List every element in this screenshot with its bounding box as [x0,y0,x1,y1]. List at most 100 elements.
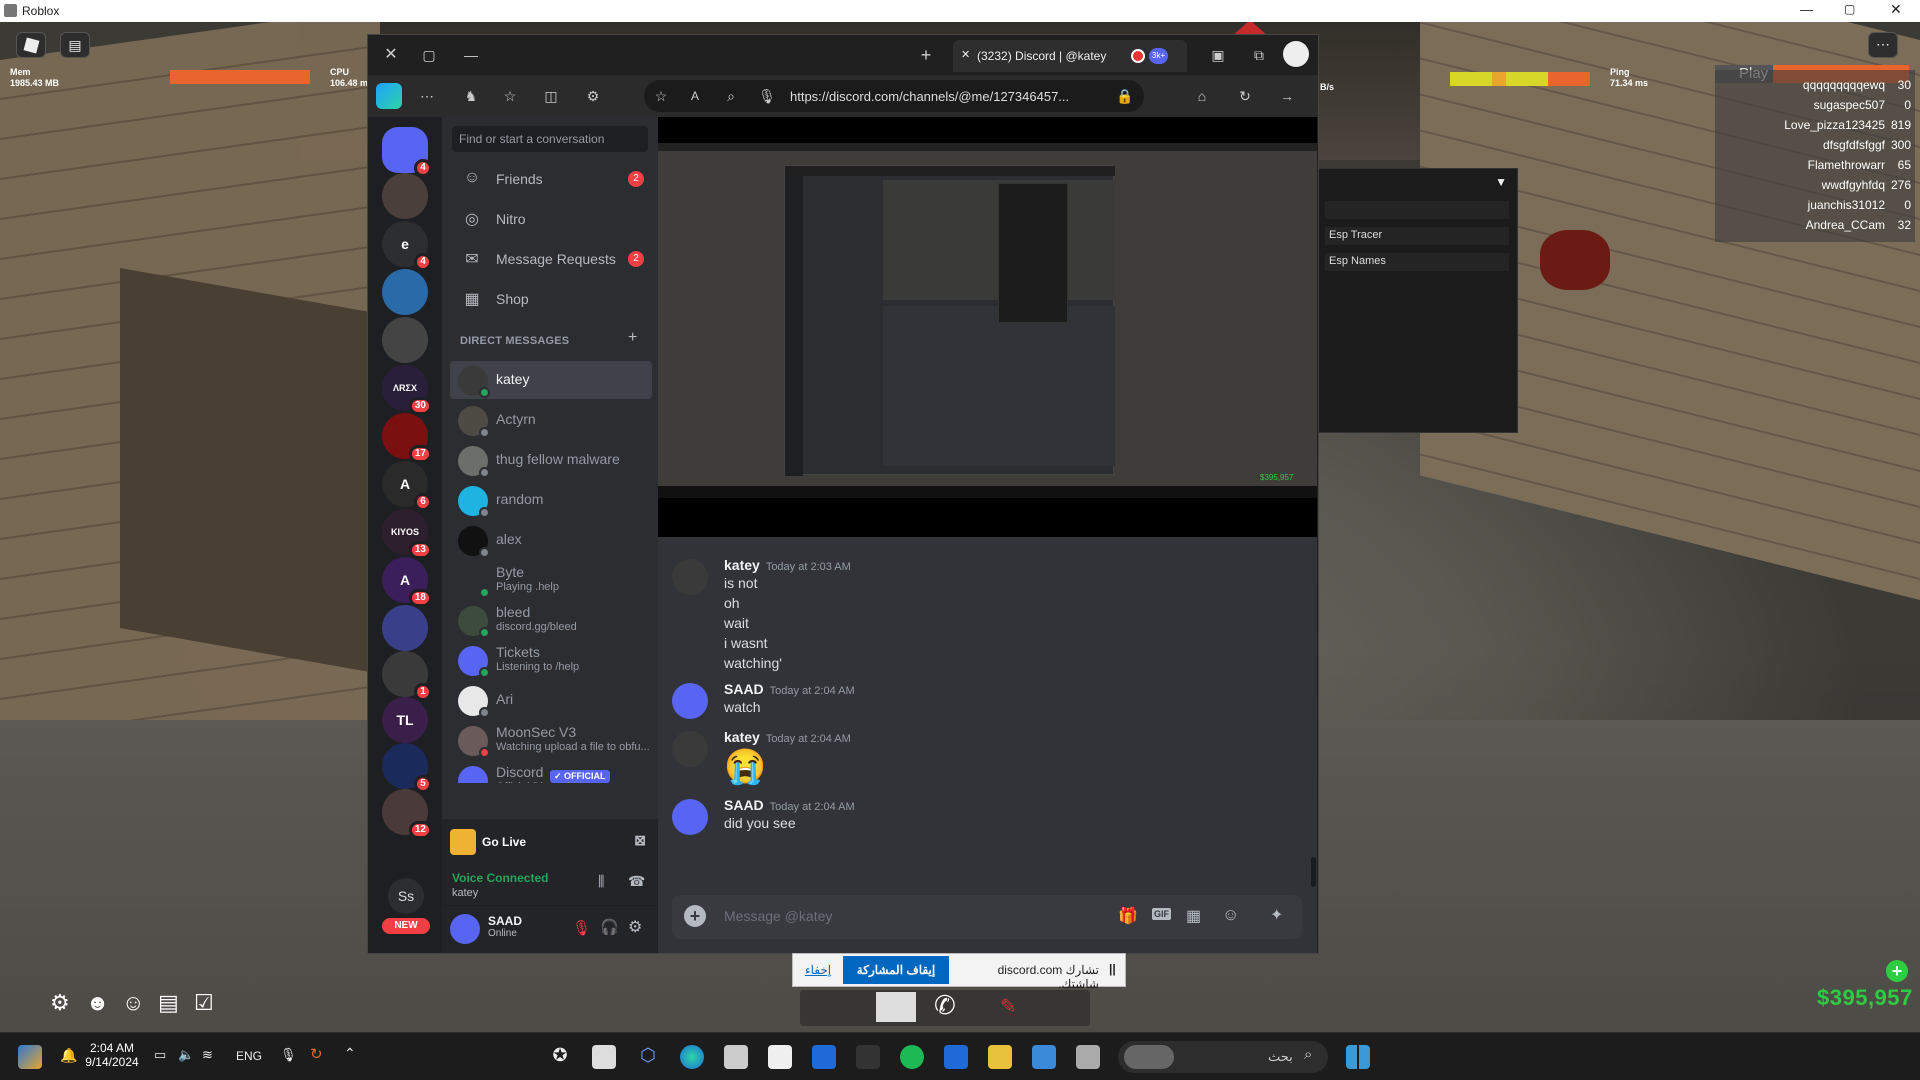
search-input[interactable]: Find or start a conversation [452,126,648,152]
leaderboard-row[interactable]: Love_pizza123425 819 [1715,118,1915,138]
forward-icon[interactable]: → [1276,85,1298,107]
extensions-puzzle-icon[interactable]: ⚙ [582,85,604,107]
home-icon[interactable]: ⌂ [1191,85,1213,107]
mute-mic-icon[interactable]: 🎙 [572,919,591,937]
tab-discord[interactable]: ✕ (3232) Discord | @katey 3k+ [953,40,1187,72]
add-dm-icon[interactable]: + [628,329,637,347]
attach-icon[interactable]: + [684,905,706,927]
dm-item-alex[interactable]: alex [450,521,652,559]
dm-item-tickets[interactable]: Tickets Listening to /help [450,641,652,679]
message-avatar[interactable] [672,559,708,595]
dm-item-byte[interactable]: Byte Playing .help [450,561,652,599]
server-icon[interactable] [382,173,428,219]
apps-icon[interactable]: ✦ [1270,905,1283,925]
chat-scrollbar[interactable] [1311,857,1316,887]
edge-taskbar-icon[interactable] [680,1045,704,1069]
hotbar-slot-call-icon[interactable]: ✆ [934,990,956,1021]
battery-icon[interactable]: ▭ [154,1047,166,1063]
cube-icon[interactable]: ⬡ [636,1045,660,1069]
chat-button[interactable]: ▤ [60,32,90,58]
leaderboard-row[interactable]: Andrea_CCam 32 [1715,218,1915,238]
profile-avatar[interactable] [1283,41,1309,67]
favorites-icon[interactable]: ☆ [499,85,521,107]
message-author[interactable]: katey Today at 2:04 AM [724,729,851,745]
spotify-icon[interactable] [900,1045,924,1069]
game-friends-icon[interactable]: ☻ [86,990,109,1016]
server-icon[interactable]: e4 [382,221,432,271]
server-icon[interactable] [382,605,428,651]
leaderboard-row[interactable]: dfsgfdfsfggf 300 [1715,138,1915,158]
windows-start-icon[interactable] [1346,1045,1370,1069]
user-avatar[interactable] [450,914,480,944]
hotbar-slot-weapon-icon[interactable]: ✎ [1000,994,1017,1019]
voice-channel-label[interactable]: katey [452,887,478,899]
server-icon[interactable] [382,269,428,315]
taskbar-search[interactable]: بحث ⌕ [1118,1041,1328,1073]
restore-icon[interactable]: ▢ [418,44,440,66]
close-tab-icon[interactable]: ✕ [961,48,970,61]
game-settings-icon[interactable]: ⚙ [50,990,70,1016]
leaderboard-row[interactable]: sugaspec507 0 [1715,98,1915,118]
server-icon[interactable]: 12 [382,789,432,839]
refresh-icon[interactable]: ↻ [1234,85,1256,107]
extension-icon[interactable]: ♞ [460,85,482,107]
game-emote-icon[interactable]: ☺ [122,990,144,1016]
task-view-icon[interactable] [1076,1045,1100,1069]
notepad-icon[interactable] [1032,1045,1056,1069]
server-icon[interactable]: A6 [382,461,432,511]
clock[interactable]: 2:04 AM 9/14/2024 [82,1041,142,1069]
leaderboard-row[interactable]: wwdfgyhfdq 276 [1715,178,1915,198]
dm-item-discord[interactable]: Discord✓ OFFICIALOfficial Discord Messag… [450,761,652,783]
game-checklist-icon[interactable]: ☑ [194,990,214,1016]
dm-item-katey[interactable]: katey [450,361,652,399]
hotbar-slot-phone-icon[interactable] [876,992,916,1022]
close-window-icon[interactable]: ✕ [380,44,402,66]
server-icon[interactable]: 5 [382,743,432,793]
sync-icon[interactable]: ↻ [310,1045,323,1063]
find-icon[interactable]: ⌕ [720,85,742,107]
wifi-icon[interactable]: ≋ [202,1047,213,1063]
server-icon[interactable]: 1 [382,651,432,701]
disconnect-icon[interactable]: ☎ [628,873,645,890]
emoji-icon[interactable]: ☺ [1222,905,1239,925]
close-icon[interactable]: ✕ [1890,1,1902,18]
pause-icon[interactable]: || [1109,962,1116,976]
add-money-icon[interactable]: + [1886,960,1908,982]
mic-icon[interactable]: 🎙 [756,85,778,107]
chevron-down-icon[interactable]: ▼ [1495,175,1507,189]
more-icon[interactable]: ⋯ [416,85,438,107]
message-avatar[interactable] [672,799,708,835]
message-author[interactable]: SAAD Today at 2:04 AM [724,797,855,813]
minimize-icon[interactable]: — [1800,2,1813,17]
file-explorer-icon[interactable] [988,1045,1012,1069]
app-icon-notes[interactable] [724,1045,748,1069]
read-aloud-icon[interactable]: A [684,85,706,107]
screen-share-stream[interactable]: $395,957 [658,117,1317,537]
lock-icon[interactable]: 🔒 [1114,85,1136,107]
app-icon-blue[interactable] [944,1045,968,1069]
split-screen-icon[interactable]: ◫ [540,85,562,107]
collections-icon[interactable]: ⧉ [1248,44,1270,66]
sticker-icon[interactable]: ▦ [1186,906,1201,926]
copilot-icon[interactable] [376,83,402,109]
hide-link[interactable]: إخفاء [805,963,831,977]
profile-initials[interactable]: Ss [388,878,424,914]
volume-icon[interactable]: 🔈 [178,1047,194,1063]
dm-item-random[interactable]: random [450,481,652,519]
game-shop-icon[interactable]: ▤ [158,990,179,1016]
store-icon[interactable] [768,1045,792,1069]
maximize-icon[interactable]: ▢ [1844,2,1855,16]
gift-icon[interactable]: 🎁 [1118,906,1138,926]
new-tab-icon[interactable]: + [915,44,937,66]
message-author[interactable]: katey Today at 2:03 AM [724,557,851,573]
server-icon[interactable]: 17 [382,413,432,463]
server-icon[interactable]: ΛRΣX 30 [382,365,432,415]
notification-icon[interactable]: 🔔 [60,1047,77,1064]
roblox-menu-button[interactable] [16,32,46,58]
stop-sharing-button[interactable]: إيقاف المشاركة [843,956,949,984]
widgets-icon[interactable] [18,1045,42,1069]
go-live-bar[interactable]: Go Live ⊠ [442,819,658,863]
dm-item-bleed[interactable]: bleed discord.gg/bleed [450,601,652,639]
tab-actions-icon[interactable]: ▣ [1207,44,1229,66]
leaderboard-row[interactable]: juanchis31012 0 [1715,198,1915,218]
